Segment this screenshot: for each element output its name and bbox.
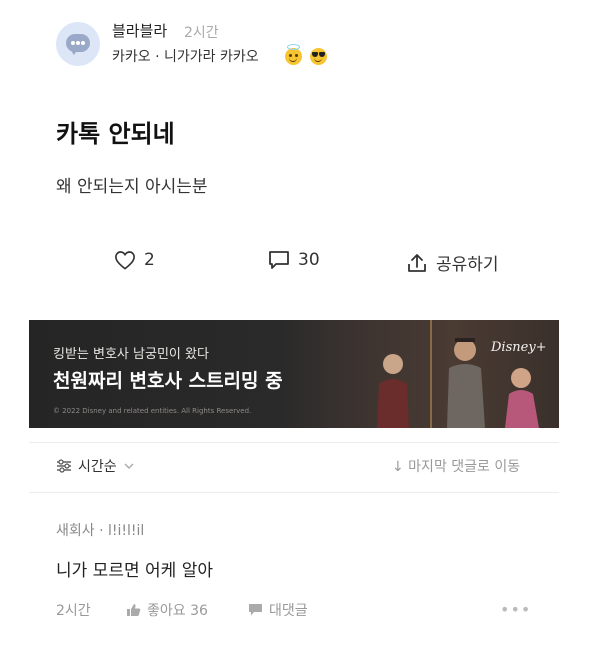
avatar[interactable] [56, 22, 100, 66]
comment-text: 니가 모르면 어케 알아 [56, 561, 213, 581]
divider [29, 492, 559, 493]
reply-button[interactable]: 대댓글 [248, 600, 308, 620]
chevron-down-icon [124, 463, 134, 469]
more-options-button[interactable]: ••• [500, 600, 531, 619]
ad-headline: 천원짜리 변호사 스트리밍 중 [53, 370, 283, 392]
board-name[interactable]: 카카오 · 니가가라 카카오 [112, 46, 259, 66]
bubble-dot [81, 41, 85, 45]
reply-icon [249, 604, 262, 616]
ad-copyright: © 2022 Disney and related entities. All … [53, 407, 252, 415]
share-label: 공유하기 [436, 255, 499, 275]
comment-author[interactable]: 새회사 · l!i!l!il [56, 520, 144, 540]
sort-icon [57, 459, 71, 473]
ad-subtitle: 킹받는 변호사 남궁민이 왔다 [53, 347, 209, 362]
share-button[interactable]: 공유하기 [406, 250, 499, 275]
divider [29, 442, 559, 443]
thumbs-up-icon [127, 604, 141, 616]
smiling-halo-emoji-icon [285, 44, 302, 65]
like-button[interactable]: 2 [114, 250, 155, 270]
post-time: 2시간 [184, 25, 219, 41]
ad-banner[interactable]: 킹받는 변호사 남궁민이 왔다 천원짜리 변호사 스트리밍 중 © 2022 D… [29, 320, 559, 428]
post-body: 왜 안되는지 아시는분 [56, 177, 208, 197]
like-count: 2 [144, 250, 155, 270]
comment-icon [269, 251, 289, 269]
comment-time: 2시간 [56, 603, 91, 619]
sort-label: 시간순 [78, 459, 117, 475]
bubble-dot [76, 41, 80, 45]
comment-count: 30 [298, 250, 320, 270]
sort-dropdown[interactable]: 시간순 [56, 456, 135, 476]
post-title: 카톡 안되네 [56, 120, 175, 148]
reply-label: 대댓글 [269, 603, 308, 619]
comment-like-button[interactable]: 좋아요 36 [126, 600, 208, 620]
bubble-tail [70, 49, 78, 55]
bubble-dot [71, 41, 75, 45]
jump-to-last-comment[interactable]: ↓ 마지막 댓글로 이동 [392, 456, 520, 476]
comment-like-label: 좋아요 36 [147, 603, 208, 619]
sunglasses-emoji-icon [310, 48, 327, 65]
comment-button[interactable]: 30 [268, 250, 320, 270]
share-icon [408, 253, 426, 272]
ad-characters-image [377, 320, 539, 428]
heart-icon [115, 251, 135, 270]
post-author[interactable]: 블라블라 [112, 20, 167, 41]
